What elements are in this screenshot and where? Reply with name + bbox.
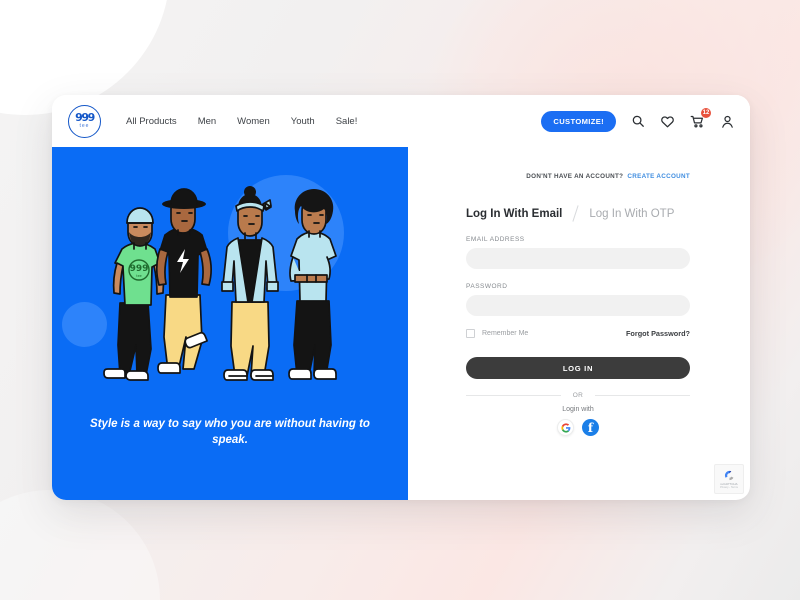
or-label: OR xyxy=(572,392,584,399)
tab-login-with-otp[interactable]: Log In With OTP xyxy=(589,208,674,220)
nav-item-sale[interactable]: Sale! xyxy=(336,116,358,127)
remember-me-checkbox[interactable] xyxy=(466,329,475,338)
header-actions: CUSTOMIZE! 12 xyxy=(541,107,736,132)
password-field-label: PASSWORD xyxy=(466,283,508,290)
decorative-circle-bottom-left xyxy=(0,490,160,600)
card-body: .sk1{fill:#c98a5e}.sk2{fill:#a9683f}.sk3… xyxy=(52,147,750,500)
create-account-link[interactable]: CREATE ACCOUNT xyxy=(627,173,690,180)
four-people-fashion-illustration: .sk1{fill:#c98a5e}.sk2{fill:#a9683f}.sk3… xyxy=(103,186,337,381)
email-field-group: EMAIL ADDRESS xyxy=(466,236,690,269)
login-method-tabs: Log In With Email Log In With OTP xyxy=(466,205,690,222)
nav-item-men[interactable]: Men xyxy=(198,116,216,127)
tab-login-with-email[interactable]: Log In With Email xyxy=(466,208,562,220)
tab-separator xyxy=(572,205,579,222)
999-tee-logo-icon[interactable]: 999 tee xyxy=(68,104,101,138)
user-account-icon[interactable] xyxy=(719,113,736,130)
create-account-prompt: DON'NT HAVE AN ACCOUNT? CREATE ACCOUNT xyxy=(466,173,690,180)
hero-quote-text: Style is a way to say who you are withou… xyxy=(90,418,370,446)
svg-text:999: 999 xyxy=(130,264,149,274)
social-login-row: f xyxy=(466,419,690,436)
wishlist-heart-icon[interactable] xyxy=(659,113,676,130)
email-input[interactable] xyxy=(466,248,690,269)
log-in-button[interactable]: LOG IN xyxy=(466,357,690,379)
svg-text:tee: tee xyxy=(136,274,142,278)
login-page-card: 999 tee All Products Men Women Youth Sal… xyxy=(52,95,750,500)
shopping-cart-icon[interactable]: 12 xyxy=(689,107,711,130)
nav-item-all-products[interactable]: All Products xyxy=(126,116,177,127)
remember-row: Remember Me Forgot Password? xyxy=(466,329,690,338)
google-login-icon[interactable] xyxy=(557,419,574,436)
facebook-login-icon[interactable]: f xyxy=(582,419,599,436)
login-panel: DON'NT HAVE AN ACCOUNT? CREATE ACCOUNT L… xyxy=(408,147,750,500)
nav-item-women[interactable]: Women xyxy=(237,116,270,127)
recaptcha-icon xyxy=(724,470,733,481)
account-prompt-text: DON'NT HAVE AN ACCOUNT? xyxy=(526,173,624,180)
recaptcha-terms: Privacy - Terms xyxy=(720,486,738,489)
forgot-password-link[interactable]: Forgot Password? xyxy=(626,329,690,338)
facebook-f-glyph: f xyxy=(587,421,594,435)
customize-button[interactable]: CUSTOMIZE! xyxy=(541,110,616,132)
hero-panel: .sk1{fill:#c98a5e}.sk2{fill:#a9683f}.sk3… xyxy=(52,147,408,500)
logo-sub-text: tee xyxy=(79,123,90,129)
remember-me-label: Remember Me xyxy=(482,330,529,337)
page-root: 999 tee All Products Men Women Youth Sal… xyxy=(0,0,800,600)
site-header: 999 tee All Products Men Women Youth Sal… xyxy=(52,95,750,147)
recaptcha-badge: reCAPTCHA Privacy - Terms xyxy=(714,464,744,494)
email-field-label: EMAIL ADDRESS xyxy=(466,236,525,243)
divider-line-right xyxy=(595,395,690,396)
login-with-label: Login with xyxy=(562,406,594,413)
nav-item-youth[interactable]: Youth xyxy=(291,116,315,127)
main-navigation: All Products Men Women Youth Sale! xyxy=(126,116,357,127)
password-field-group: PASSWORD xyxy=(466,283,690,316)
cart-badge-count: 12 xyxy=(701,107,711,118)
or-divider: OR xyxy=(466,392,690,399)
logo-mark-text: 999 xyxy=(75,111,95,124)
password-input[interactable] xyxy=(466,295,690,316)
search-icon[interactable] xyxy=(629,113,646,130)
divider-line-left xyxy=(466,395,561,396)
